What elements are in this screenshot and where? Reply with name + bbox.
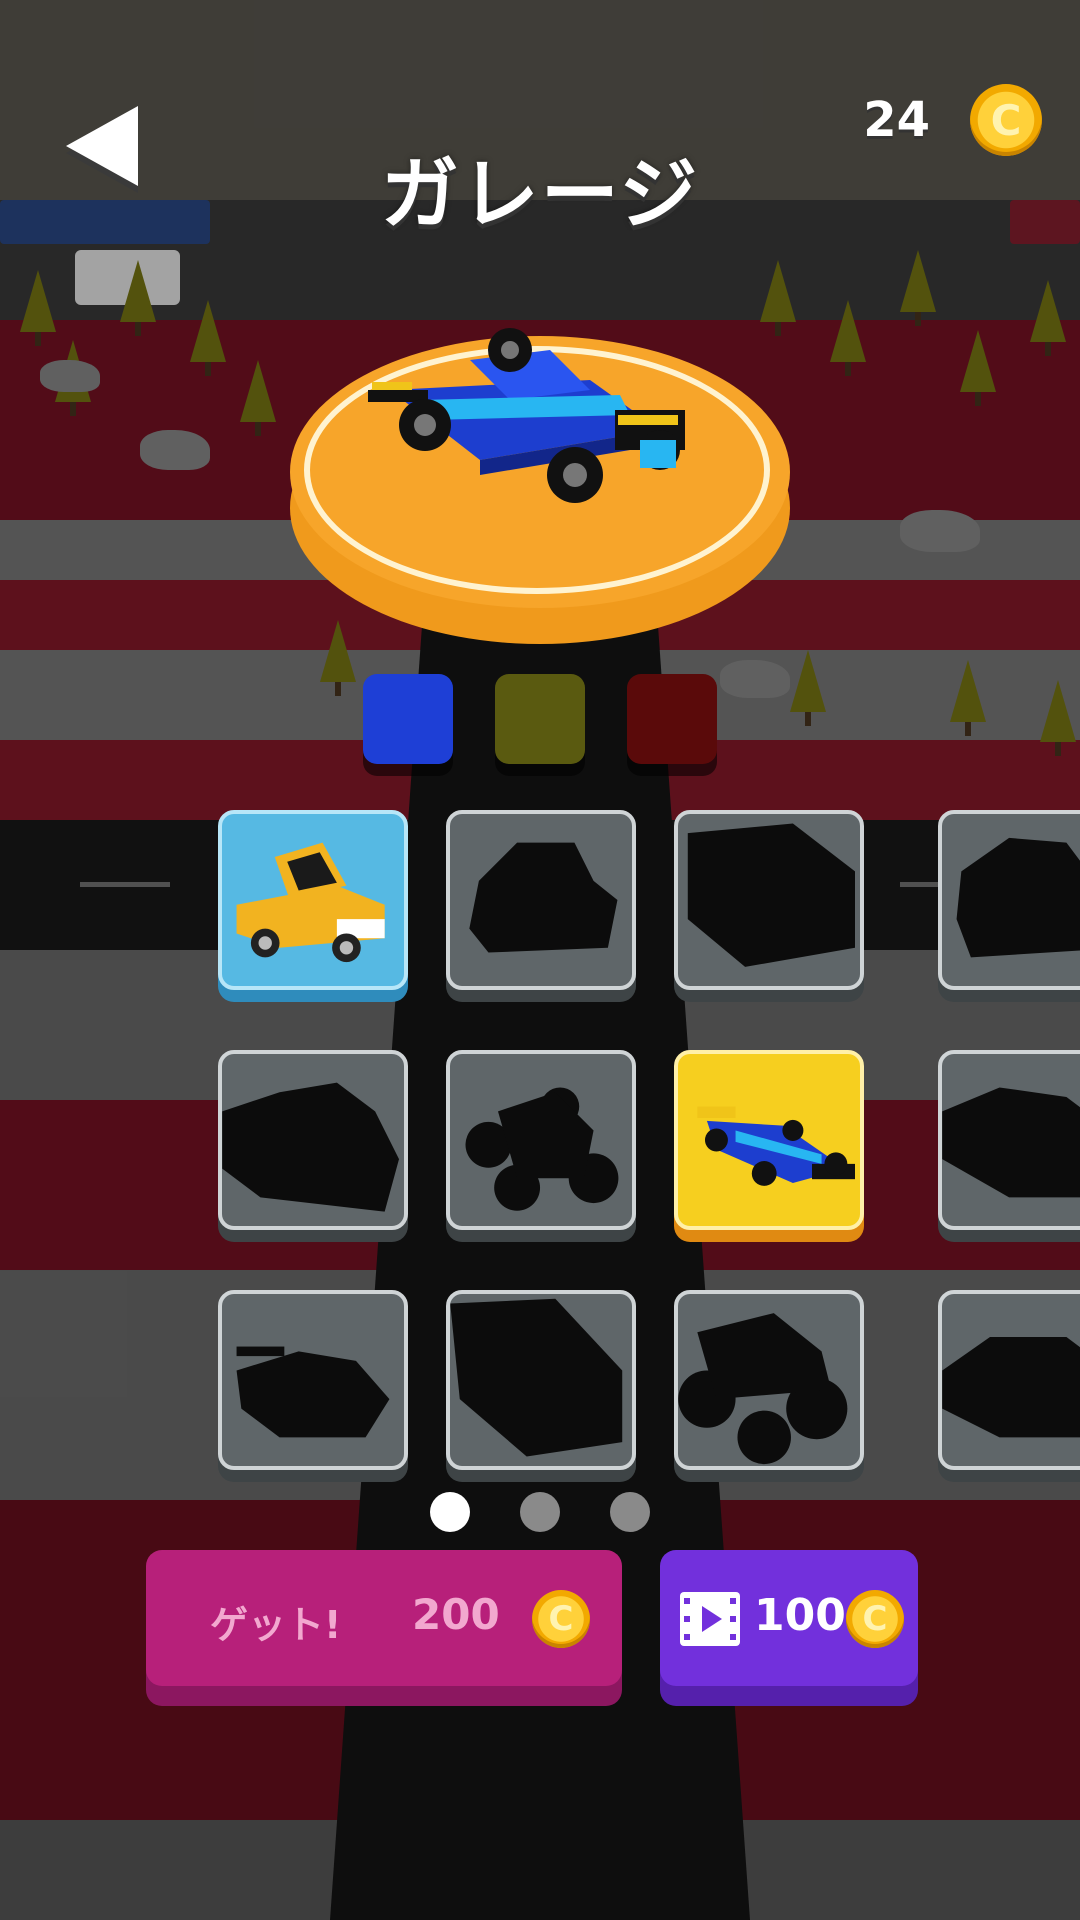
get-price: 200 [412,1590,500,1639]
coin-icon: C [970,84,1042,156]
locked-box-truck-silhouette-icon [450,1298,623,1457]
vehicle-slot-locked[interactable] [218,1050,408,1230]
coin-symbol: C [862,1599,888,1639]
vehicle-slot-locked[interactable] [938,810,1080,990]
locked-coupe-silhouette-icon [942,1337,1080,1438]
watch-video-reward-button[interactable]: 100 C [660,1550,918,1686]
locked-sports-car-silhouette-icon [942,1087,1080,1198]
coin-icon: C [532,1590,590,1648]
locked-semi-truck-silhouette-icon [222,1082,399,1212]
vehicle-slot-locked[interactable] [446,1050,636,1230]
locked-buggy-silhouette-icon [465,1087,619,1211]
page-title: ガレージ [380,150,700,240]
yellow-pickup-icon [236,842,385,963]
color-swatch-olive[interactable] [495,674,585,764]
get-button-label: ゲット! [210,1603,342,1647]
vehicle-slot-locked[interactable] [674,810,864,990]
vehicle-slot-locked[interactable] [938,1050,1080,1230]
locked-race-car-silhouette-icon [236,1346,390,1438]
get-with-coins-button[interactable]: ゲット! 200 C [146,1550,622,1686]
coin-symbol: C [548,1599,574,1639]
vehicle-slot-locked[interactable] [446,810,636,990]
video-reward-amount: 100 [754,1590,846,1641]
locked-vehicle-silhouette-icon [469,842,618,953]
selected-car-preview [368,328,685,503]
locked-van-silhouette-icon [687,823,855,967]
vehicle-slot-locked[interactable] [674,1290,864,1470]
color-swatch-blue[interactable] [363,674,453,764]
video-film-icon [680,1592,740,1646]
blue-formula-car-icon [697,1106,855,1186]
locked-monster-truck-silhouette-icon [678,1313,848,1465]
vehicle-slot-locked[interactable] [218,1290,408,1470]
color-swatch-maroon[interactable] [627,674,717,764]
vehicle-slot-locked[interactable] [446,1290,636,1470]
coin-icon: C [846,1590,904,1648]
coin-symbol: C [990,95,1022,145]
page-dot-3[interactable] [610,1492,650,1532]
vehicle-slot-blue-formula-car[interactable] [674,1050,864,1230]
locked-jeep-silhouette-icon [956,837,1080,958]
vehicle-slot-yellow-pickup[interactable] [218,810,408,990]
page-dot-2[interactable] [520,1492,560,1532]
coin-balance: 24 [863,92,930,148]
page-dot-1[interactable] [430,1492,470,1532]
vehicle-slot-locked[interactable] [938,1290,1080,1470]
